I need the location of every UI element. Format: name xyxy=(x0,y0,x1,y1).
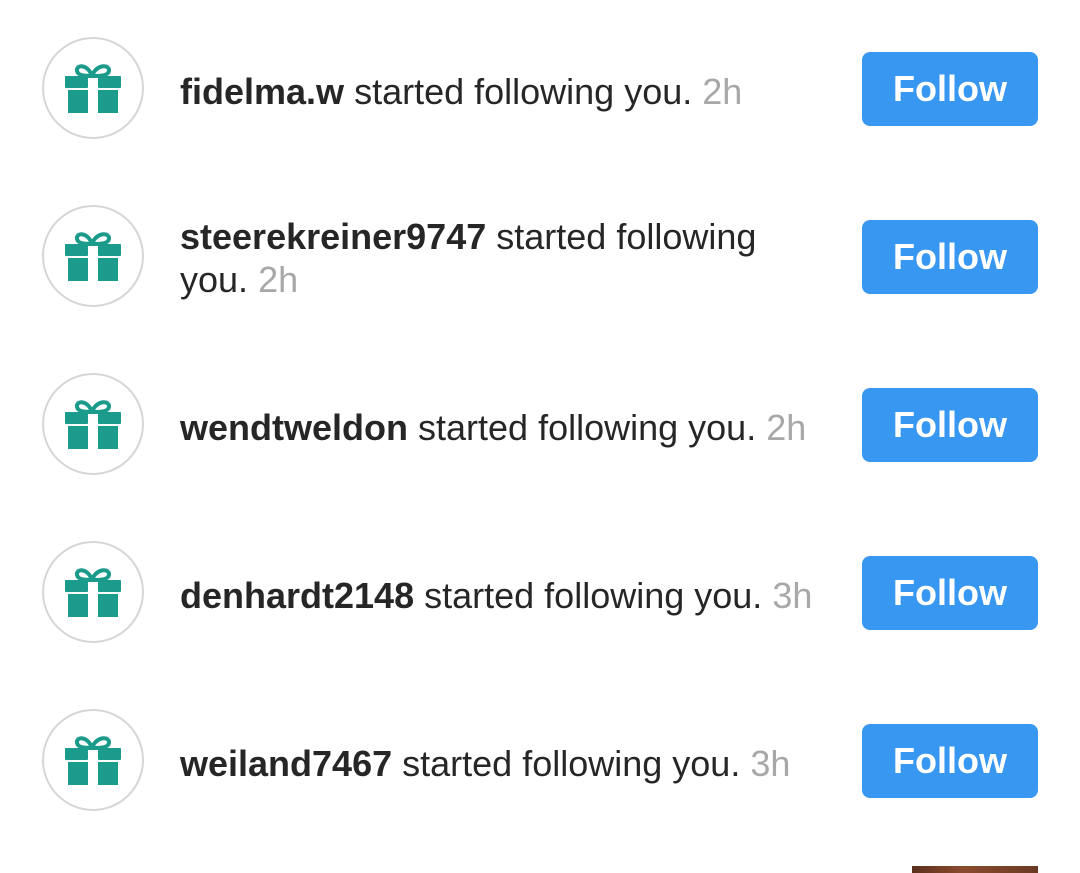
timestamp: 3h xyxy=(750,743,791,784)
timestamp: 2h xyxy=(258,259,299,300)
timestamp: 3h xyxy=(772,575,813,616)
follow-button[interactable]: Follow xyxy=(862,52,1038,126)
username-link[interactable]: denhardt2148 xyxy=(180,575,414,616)
post-thumbnail[interactable] xyxy=(912,866,1038,873)
notification-text: fidelma.w started following you. 2h xyxy=(180,70,840,113)
notification-action: started following you. xyxy=(402,743,741,784)
avatar[interactable] xyxy=(42,37,144,139)
username-link[interactable]: fidelma.w xyxy=(180,71,344,112)
follow-button[interactable]: Follow xyxy=(862,220,1038,294)
avatar[interactable] xyxy=(42,373,144,475)
gift-icon xyxy=(65,232,121,281)
timestamp: 2h xyxy=(702,71,743,112)
gift-icon xyxy=(65,400,121,449)
follow-button[interactable]: Follow xyxy=(862,388,1038,462)
avatar[interactable] xyxy=(42,205,144,307)
gift-icon xyxy=(65,736,121,785)
gift-icon xyxy=(65,64,121,113)
follow-button[interactable]: Follow xyxy=(862,724,1038,798)
follow-button[interactable]: Follow xyxy=(862,556,1038,630)
notification-row: denhardt2148 started following you. 3h F… xyxy=(0,509,1080,677)
notification-row: weiland7467 started following you. 3h Fo… xyxy=(0,677,1080,845)
notification-action: started following you. xyxy=(418,407,757,448)
username-link[interactable]: wendtweldon xyxy=(180,407,408,448)
username-link[interactable]: weiland7467 xyxy=(180,743,392,784)
gift-icon xyxy=(65,568,121,617)
avatar[interactable] xyxy=(42,709,144,811)
notification-row: fidelma.w started following you. 2h Foll… xyxy=(0,5,1080,173)
username-link[interactable]: steerekreiner9747 xyxy=(180,216,486,257)
timestamp: 2h xyxy=(766,407,807,448)
notification-text: wendtweldon started following you. 2h xyxy=(180,406,840,449)
notification-text: steerekreiner9747 started following you.… xyxy=(180,215,800,301)
notification-text: denhardt2148 started following you. 3h xyxy=(180,574,840,617)
notification-row: wendtweldon started following you. 2h Fo… xyxy=(0,341,1080,509)
notification-action: started following you. xyxy=(424,575,763,616)
notification-row: steerekreiner9747 started following you.… xyxy=(0,173,1080,341)
avatar[interactable] xyxy=(42,541,144,643)
notification-text: weiland7467 started following you. 3h xyxy=(180,742,840,785)
notification-action: started following you. xyxy=(354,71,693,112)
